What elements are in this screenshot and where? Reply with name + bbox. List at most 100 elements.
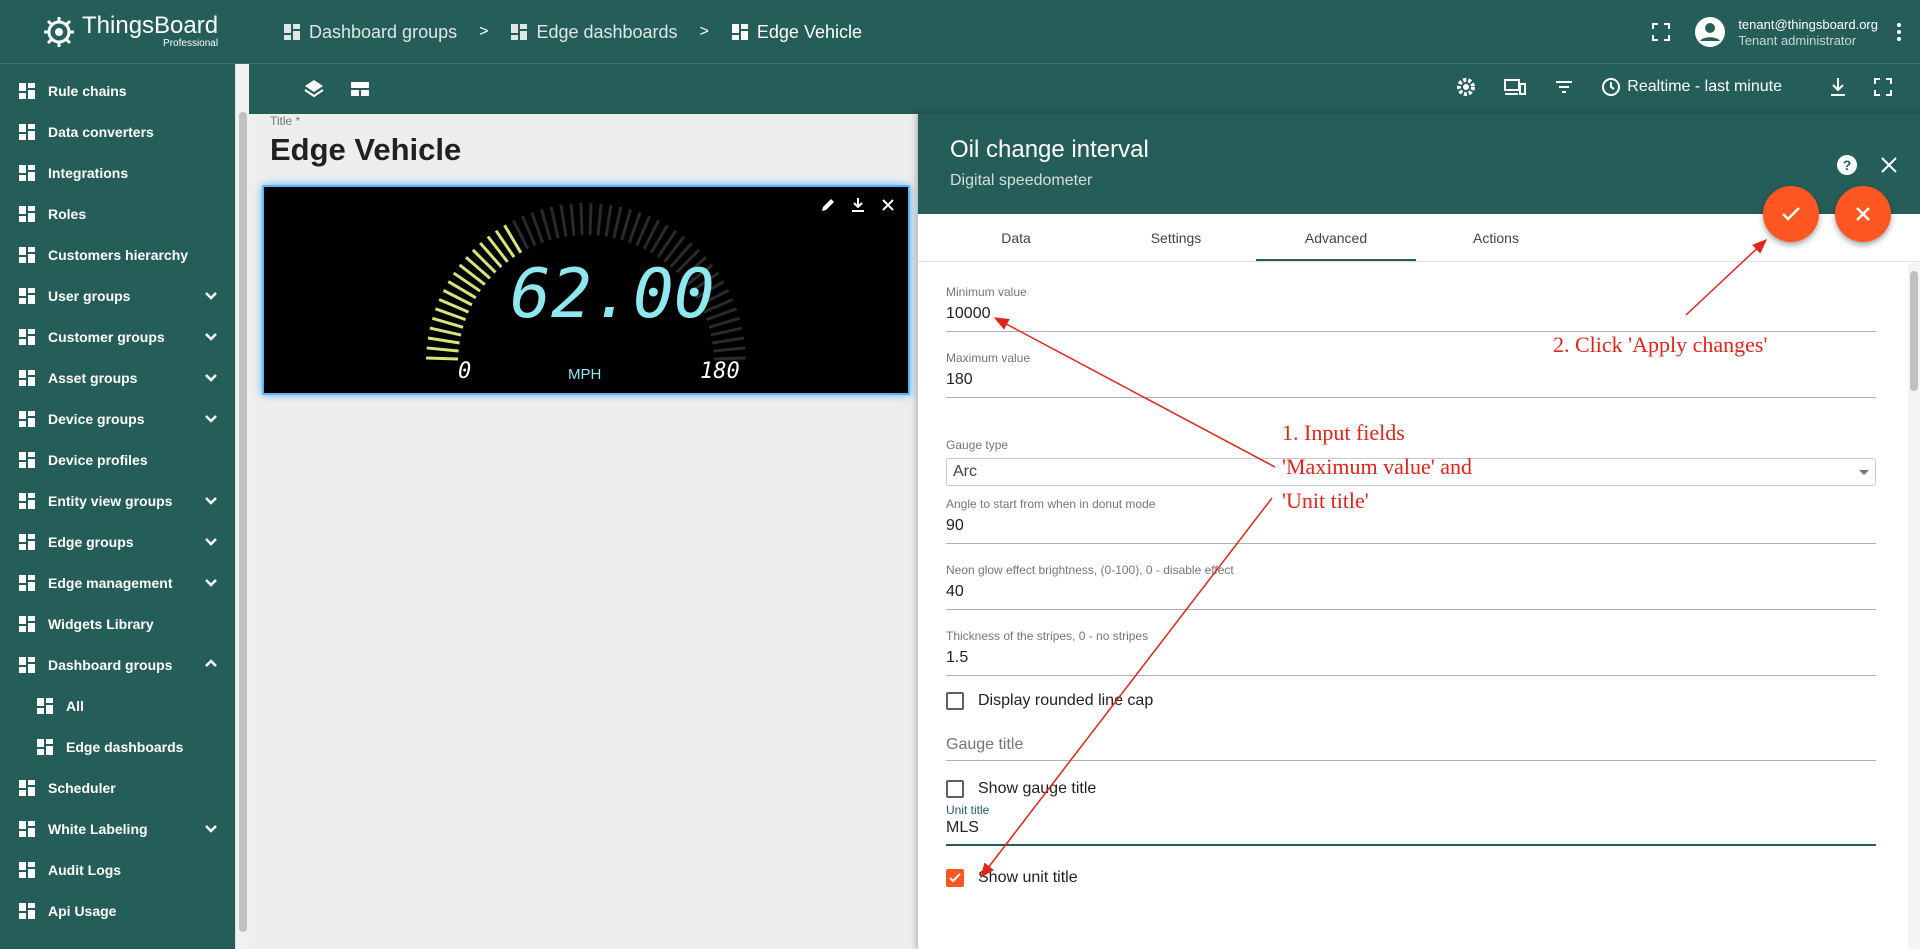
rule-chains-icon — [16, 80, 38, 102]
unit-title-input[interactable]: MLS — [946, 819, 1876, 846]
sidebar-nav: Rule chains Data converters Integrations Ro… — [0, 70, 235, 931]
gauge-tick — [579, 203, 584, 236]
chevron-down-icon[interactable] — [203, 492, 219, 508]
neon-glow-input[interactable]: 40 — [946, 583, 1876, 610]
sidebar-item-white-labeling[interactable]: White Labeling — [0, 808, 235, 849]
settings-icon[interactable] — [1455, 76, 1477, 98]
filter-list-icon[interactable] — [1553, 76, 1575, 98]
sidebar: ThingsBoard Professional Rule chains Data… — [0, 0, 235, 949]
sidebar-item-device-groups[interactable]: Device groups — [0, 398, 235, 439]
chevron-down-icon[interactable] — [203, 287, 219, 303]
dashboard-icon — [511, 24, 528, 40]
download-icon[interactable] — [1828, 76, 1848, 98]
layers-icon[interactable] — [303, 78, 325, 100]
logo[interactable]: ThingsBoard Professional — [0, 0, 235, 64]
check-icon — [949, 873, 961, 883]
more-vert-icon[interactable] — [1896, 22, 1902, 42]
sidebar-item-roles[interactable]: Roles — [0, 193, 235, 234]
sidebar-item-edge-management[interactable]: Edge management — [0, 562, 235, 603]
sidebar-scrollbar-thumb[interactable] — [239, 112, 247, 932]
chevron-up-icon[interactable] — [203, 656, 219, 672]
user-menu: tenant@thingsboard.org Tenant administra… — [1652, 0, 1902, 64]
sidebar-item-label: Widgets Library — [48, 615, 154, 632]
gauge-graphic: 62.00 0 180 MPH — [426, 203, 746, 384]
dashboard-title[interactable]: Edge Vehicle — [270, 132, 461, 168]
brand-edition: Professional — [163, 37, 219, 49]
sidebar-item-dashboard-groups[interactable]: Dashboard groups — [0, 644, 235, 685]
annotation-line: 'Unit title' — [1282, 488, 1369, 513]
sidebar-item-asset-groups[interactable]: Asset groups — [0, 357, 235, 398]
timewindow-button[interactable]: Realtime - last minute — [1601, 77, 1782, 97]
sidebar-item-customer-groups[interactable]: Customer groups — [0, 316, 235, 357]
dashboard-toolbar: Realtime - last minute — [249, 64, 1920, 114]
show-gauge-title-checkbox[interactable]: Show gauge title — [946, 780, 1096, 798]
devices-other-icon[interactable] — [1503, 76, 1527, 98]
tab-settings[interactable]: Settings — [1096, 214, 1256, 261]
top-bar: Dashboard groups > Edge dashboards > Edg… — [235, 0, 1920, 64]
sidebar-item-scheduler[interactable]: Scheduler — [0, 767, 235, 808]
sidebar-scrollbar[interactable] — [235, 64, 249, 949]
tab-data[interactable]: Data — [936, 214, 1096, 261]
sidebar-item-audit-logs[interactable]: Audit Logs — [0, 849, 235, 890]
stripes-thickness-field[interactable]: Thickness of the stripes, 0 - no stripes… — [946, 629, 1876, 676]
sidebar-item-api-usage[interactable]: Api Usage — [0, 890, 235, 931]
minimum-value-field[interactable]: Minimum value 10000 — [946, 285, 1876, 332]
chevron-down-icon[interactable] — [203, 328, 219, 344]
panel-scrollbar-thumb[interactable] — [1910, 271, 1918, 391]
breadcrumb-item-edge-dashboards[interactable]: Edge dashboards — [510, 22, 678, 43]
chevron-down-icon[interactable] — [203, 369, 219, 385]
tab-advanced[interactable]: Advanced — [1256, 214, 1416, 261]
sidebar-item-edge-groups[interactable]: Edge groups — [0, 521, 235, 562]
sidebar-item-integrations[interactable]: Integrations — [0, 152, 235, 193]
sidebar-item-entity-view-groups[interactable]: Entity view groups — [0, 480, 235, 521]
unit-title-field[interactable]: Unit title MLS — [946, 803, 1876, 846]
account-circle-icon[interactable] — [1694, 16, 1726, 48]
checkbox-box[interactable] — [946, 780, 964, 798]
settings-input-antenna-icon — [16, 572, 38, 594]
fullscreen-icon[interactable] — [1652, 23, 1671, 41]
view-compact-icon[interactable] — [349, 78, 371, 100]
tab-actions[interactable]: Actions — [1416, 214, 1576, 261]
sidebar-item-label: Device groups — [48, 410, 145, 427]
sidebar-item-label: White Labeling — [48, 820, 148, 837]
sidebar-item-customers-hierarchy[interactable]: Customers hierarchy — [0, 234, 235, 275]
close-icon[interactable] — [1880, 156, 1898, 174]
gauge-title-input[interactable]: Gauge title — [946, 736, 1876, 761]
chevron-down-icon[interactable] — [203, 533, 219, 549]
sidebar-item-device-profiles[interactable]: Device profiles — [0, 439, 235, 480]
gauge-tick — [479, 241, 503, 268]
checkbox-box[interactable] — [946, 692, 964, 710]
checkbox-label: Show gauge title — [978, 780, 1097, 797]
sidebar-item-widgets-library[interactable]: Widgets Library — [0, 603, 235, 644]
sidebar-item-user-groups[interactable]: User groups — [0, 275, 235, 316]
panel-scrollbar[interactable] — [1908, 263, 1920, 949]
breadcrumb-item-dashboard-groups[interactable]: Dashboard groups — [283, 22, 457, 43]
sidebar-item-rule-chains[interactable]: Rule chains — [0, 70, 235, 111]
help-icon[interactable]: ? — [1836, 154, 1858, 176]
maximum-value-input[interactable]: 180 — [946, 371, 1876, 398]
gauge-value: 62.00 — [510, 255, 715, 334]
angle-input[interactable]: 90 — [946, 517, 1876, 544]
advanced-settings-form: Minimum value 10000 Maximum value 180 Ga… — [918, 263, 1920, 949]
panel-tabs: Data Settings Advanced Actions — [918, 214, 1920, 262]
svg-text:?: ? — [1843, 157, 1852, 173]
sidebar-item-data-converters[interactable]: Data converters — [0, 111, 235, 152]
field-label: Neon glow effect brightness, (0-100), 0 … — [946, 563, 1234, 577]
sidebar-item-edge-dashboards[interactable]: Edge dashboards — [0, 726, 235, 767]
account-circle-icon — [16, 285, 38, 307]
speedometer-widget[interactable]: 62.00 0 180 MPH — [262, 185, 910, 395]
chevron-down-icon[interactable] — [203, 410, 219, 426]
stripes-thickness-input[interactable]: 1.5 — [946, 649, 1876, 676]
rounded-line-cap-checkbox[interactable]: Display rounded line cap — [946, 692, 1153, 710]
fullscreen-icon[interactable] — [1874, 78, 1892, 96]
insert-chart-icon — [16, 900, 38, 922]
show-unit-title-checkbox[interactable]: Show unit title — [946, 869, 1078, 887]
checkbox-box[interactable] — [946, 869, 964, 887]
user-info[interactable]: tenant@thingsboard.org Tenant administra… — [1738, 17, 1878, 48]
gauge-tick — [712, 336, 745, 345]
neon-glow-field[interactable]: Neon glow effect brightness, (0-100), 0 … — [946, 563, 1876, 610]
sidebar-item-all[interactable]: All — [0, 685, 235, 726]
gauge-tick — [426, 346, 459, 353]
chevron-down-icon[interactable] — [203, 574, 219, 590]
chevron-down-icon[interactable] — [203, 820, 219, 836]
